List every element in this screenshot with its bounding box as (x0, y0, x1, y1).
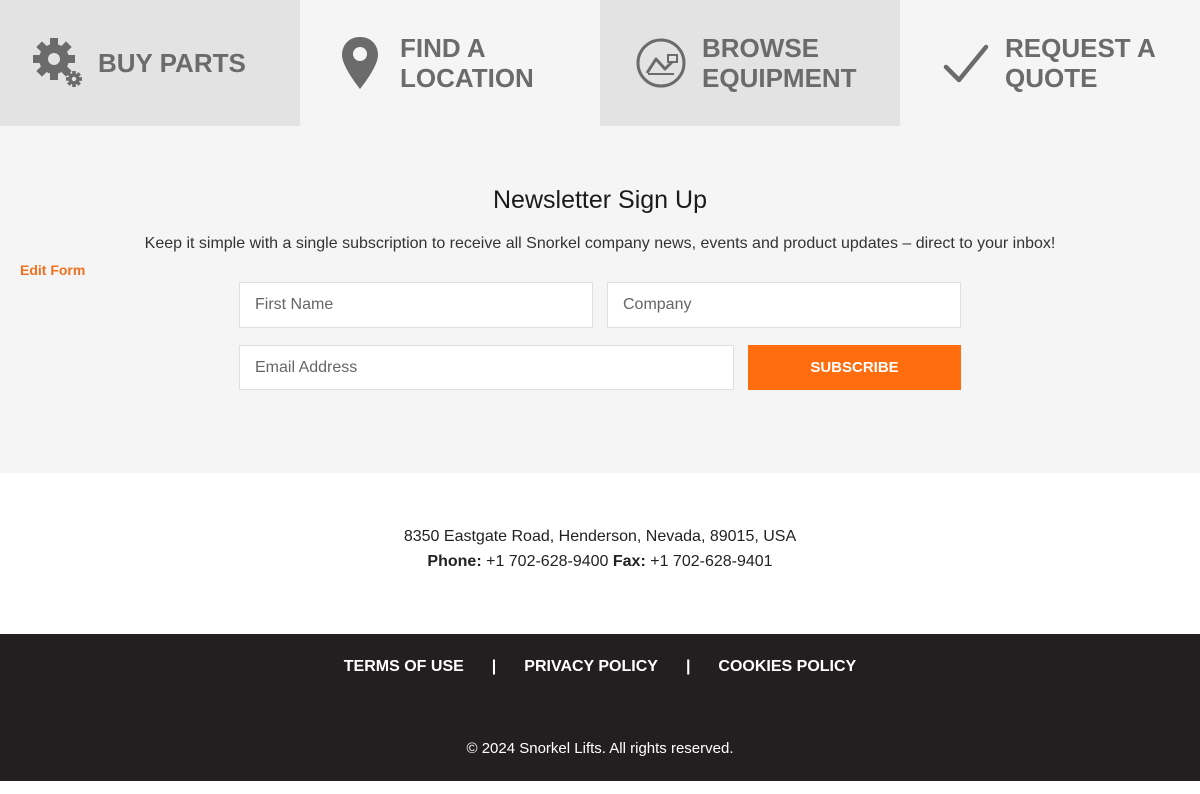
checkmark-icon (940, 33, 992, 93)
tab-buy-parts-label: BUY PARTS (98, 48, 246, 78)
first-name-input[interactable] (239, 282, 593, 328)
tab-browse-equipment-label: BROWSE EQUIPMENT (702, 33, 857, 93)
map-pin-icon (338, 33, 382, 93)
tab-buy-parts[interactable]: BUY PARTS (0, 0, 300, 126)
tab-label-line: BROWSE (702, 33, 819, 63)
phone-number: +1 702-628-9400 (486, 553, 609, 570)
tab-label-line: FIND A (400, 33, 486, 63)
boom-lift-icon (634, 33, 688, 93)
contact-section: 8350 Eastgate Road, Henderson, Nevada, 8… (0, 473, 1200, 634)
tab-request-quote[interactable]: REQUEST A QUOTE (900, 0, 1200, 126)
tab-request-quote-label: REQUEST A QUOTE (1005, 33, 1156, 93)
fax-number: +1 702-628-9401 (650, 553, 773, 570)
quick-links-bar: BUY PARTS FIND A LOCATION BROWSE EQUIPME (0, 0, 1200, 126)
footer-separator: | (491, 658, 497, 675)
company-input[interactable] (607, 282, 961, 328)
tab-label-line: LOCATION (400, 63, 534, 93)
subscribe-button[interactable]: SUBSCRIBE (748, 345, 961, 390)
copyright-text: © 2024 Snorkel Lifts. All rights reserve… (466, 740, 734, 757)
newsletter-title: Newsletter Sign Up (493, 186, 707, 214)
tab-label-line: REQUEST A (1005, 33, 1156, 63)
footer: TERMS OF USE | PRIVACY POLICY | COOKIES … (0, 634, 1200, 781)
phone-label: Phone: (427, 553, 482, 570)
newsletter-section: Newsletter Sign Up Keep it simple with a… (0, 126, 1200, 473)
tab-label-line: EQUIPMENT (702, 63, 857, 93)
privacy-policy-link[interactable]: PRIVACY POLICY (524, 658, 658, 676)
tab-label-line: QUOTE (1005, 63, 1098, 93)
newsletter-description: Keep it simple with a single subscriptio… (144, 235, 1056, 252)
edit-form-link[interactable]: Edit Form (20, 262, 85, 278)
footer-separator: | (685, 658, 691, 675)
tab-label-line: BUY PARTS (98, 48, 246, 78)
email-input[interactable] (239, 345, 734, 390)
address-text: 8350 Eastgate Road, Henderson, Nevada, 8… (403, 528, 797, 545)
tab-find-location-label: FIND A LOCATION (400, 33, 534, 93)
gears-icon (32, 33, 86, 93)
tab-browse-equipment[interactable]: BROWSE EQUIPMENT (600, 0, 900, 126)
terms-of-use-link[interactable]: TERMS OF USE (344, 658, 464, 676)
footer-links: TERMS OF USE | PRIVACY POLICY | COOKIES … (0, 658, 1200, 676)
fax-label: Fax: (612, 553, 646, 570)
tab-find-location[interactable]: FIND A LOCATION (300, 0, 600, 126)
phone-fax-line: Phone: +1 702-628-9400 Fax: +1 702-628-9… (0, 553, 1200, 571)
cookies-policy-link[interactable]: COOKIES POLICY (718, 658, 856, 676)
